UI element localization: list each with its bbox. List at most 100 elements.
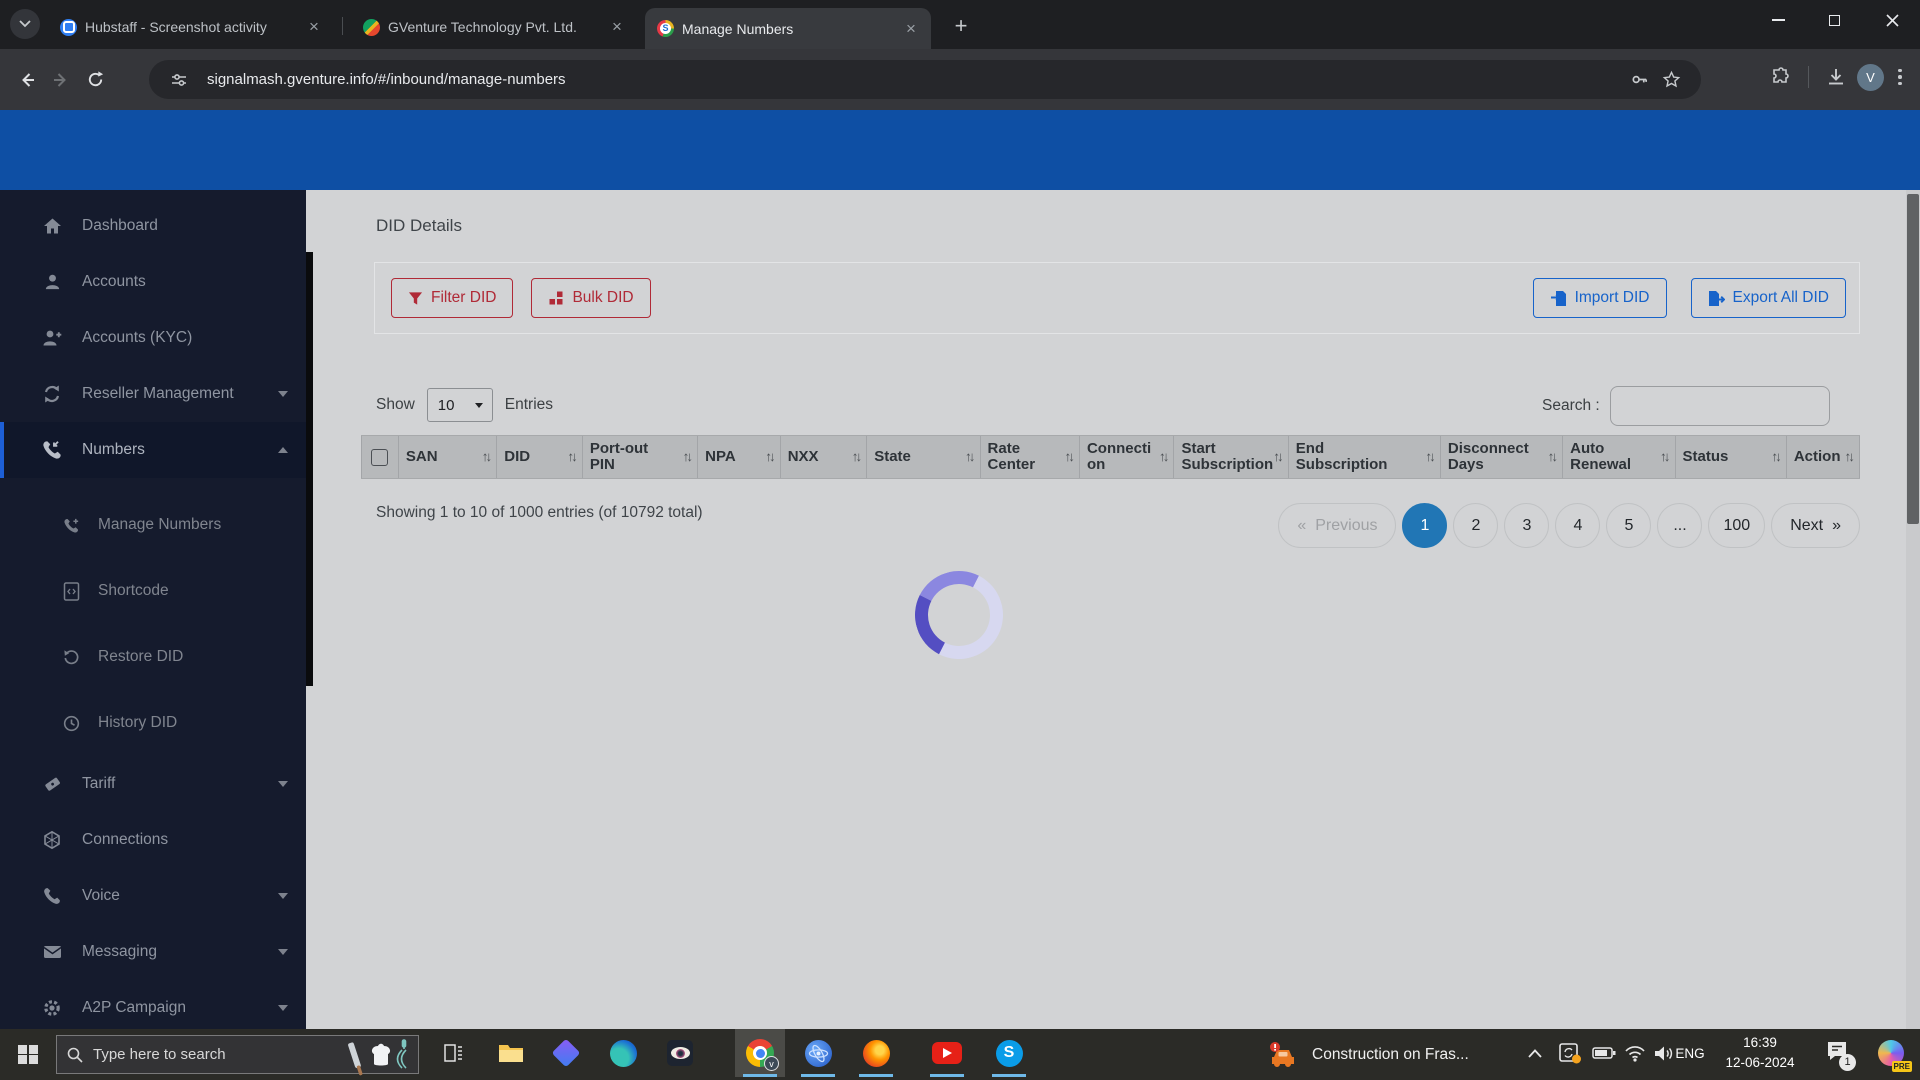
downloads-icon[interactable] xyxy=(1819,60,1853,94)
tab-close-icon[interactable]: × xyxy=(607,17,627,37)
taskbar-search-box[interactable]: Type here to search xyxy=(56,1035,419,1074)
taskbar-news-widget[interactable]: Construction on Fras... xyxy=(1268,1029,1469,1080)
sidebar-item-accounts[interactable]: Accounts xyxy=(0,254,306,310)
sort-icon[interactable]: ↑↓ xyxy=(965,450,973,465)
chrome-taskbar-icon[interactable]: v xyxy=(735,1029,785,1077)
firefox-icon[interactable] xyxy=(851,1029,901,1077)
column-header-san[interactable]: SAN↑↓ xyxy=(399,436,497,478)
filter-did-button[interactable]: Filter DID xyxy=(391,278,513,318)
export-all-did-button[interactable]: Export All DID xyxy=(1691,278,1846,318)
youtube-icon[interactable] xyxy=(922,1029,972,1077)
sort-icon[interactable]: ↑↓ xyxy=(567,450,575,465)
back-button[interactable] xyxy=(10,63,44,97)
page-button-1[interactable]: 1 xyxy=(1402,503,1447,548)
tab-search-button[interactable] xyxy=(10,9,40,39)
column-header-status[interactable]: Status↑↓ xyxy=(1676,436,1787,478)
content-scrollbar-track[interactable] xyxy=(1906,190,1920,1029)
next-page-button[interactable]: Next» xyxy=(1771,503,1860,548)
site-info-icon[interactable] xyxy=(163,64,195,96)
notification-center-button[interactable]: 1 xyxy=(1812,1029,1862,1077)
tab-close-icon[interactable]: × xyxy=(304,17,324,37)
column-header-nxx[interactable]: NXX↑↓ xyxy=(781,436,868,478)
sidebar-item-reseller-management[interactable]: Reseller Management xyxy=(0,366,306,422)
tab-hubstaff[interactable]: Hubstaff - Screenshot activity × xyxy=(48,8,334,46)
page-size-select[interactable]: 10 xyxy=(427,388,493,422)
file-explorer-icon[interactable] xyxy=(486,1029,536,1077)
url-text[interactable]: signalmash.gventure.info/#/inbound/manag… xyxy=(207,71,1623,88)
sidebar-item-manage-numbers[interactable]: Manage Numbers xyxy=(0,492,306,558)
start-button[interactable] xyxy=(0,1029,56,1080)
column-header-state[interactable]: State↑↓ xyxy=(867,436,980,478)
column-header-portout-pin[interactable]: Port-out PIN↑↓ xyxy=(583,436,698,478)
sidebar-item-accounts-kyc[interactable]: Accounts (KYC) xyxy=(0,310,306,366)
tab-close-icon[interactable]: × xyxy=(901,19,921,39)
reload-button[interactable] xyxy=(78,63,112,97)
extensions-icon[interactable] xyxy=(1764,60,1798,94)
page-button-5[interactable]: 5 xyxy=(1606,503,1651,548)
sort-icon[interactable]: ↑↓ xyxy=(683,450,691,465)
tab-manage-numbers[interactable]: S Manage Numbers × xyxy=(645,8,931,49)
sort-icon[interactable]: ↑↓ xyxy=(482,450,490,465)
column-header-start-subscription[interactable]: Start Subscription↑↓ xyxy=(1174,436,1288,478)
sort-icon[interactable]: ↑↓ xyxy=(1548,450,1556,465)
sort-icon[interactable]: ↑↓ xyxy=(1425,450,1433,465)
address-bar[interactable]: signalmash.gventure.info/#/inbound/manag… xyxy=(149,60,1701,99)
skype-icon[interactable]: S xyxy=(984,1029,1034,1077)
sort-icon[interactable]: ↑↓ xyxy=(1660,450,1668,465)
atom-app-icon[interactable] xyxy=(793,1029,843,1077)
movies-app-icon[interactable] xyxy=(541,1029,591,1077)
sidebar-item-tariff[interactable]: Tariff xyxy=(0,756,306,812)
sidebar-item-numbers[interactable]: Numbers xyxy=(0,422,306,478)
new-tab-button[interactable]: + xyxy=(946,12,976,42)
page-button-3[interactable]: 3 xyxy=(1504,503,1549,548)
browser-menu-icon[interactable] xyxy=(1888,60,1912,94)
sort-icon[interactable]: ↑↓ xyxy=(765,450,773,465)
tab-gventure[interactable]: GVenture Technology Pvt. Ltd. × xyxy=(351,8,637,46)
search-input[interactable] xyxy=(1610,386,1830,426)
sort-icon[interactable]: ↑↓ xyxy=(852,450,860,465)
window-maximize-button[interactable] xyxy=(1808,0,1860,40)
sidebar-item-messaging[interactable]: Messaging xyxy=(0,924,306,980)
column-header-action[interactable]: Action↑↓ xyxy=(1787,436,1860,478)
sidebar-item-a2p-campaign[interactable]: A2P Campaign xyxy=(0,980,306,1036)
page-button-100[interactable]: 100 xyxy=(1708,503,1765,548)
column-header-disconnect-days[interactable]: Disconnect Days↑↓ xyxy=(1441,436,1563,478)
sidebar-item-history-did[interactable]: History DID xyxy=(0,690,306,756)
language-indicator[interactable]: ENG xyxy=(1668,1029,1712,1077)
copilot-button[interactable]: PRE xyxy=(1866,1029,1916,1077)
bookmark-star-icon[interactable] xyxy=(1655,64,1687,96)
sidebar-item-connections[interactable]: Connections xyxy=(0,812,306,868)
sidebar-item-shortcode[interactable]: Shortcode xyxy=(0,558,306,624)
content-scrollbar-thumb[interactable] xyxy=(1907,194,1919,524)
sidebar-item-restore-did[interactable]: Restore DID xyxy=(0,624,306,690)
import-did-button[interactable]: Import DID xyxy=(1533,278,1667,318)
edge-icon[interactable] xyxy=(598,1029,648,1077)
window-minimize-button[interactable] xyxy=(1752,0,1804,40)
sort-icon[interactable]: ↑↓ xyxy=(1273,450,1281,465)
sidebar-item-voice[interactable]: Voice xyxy=(0,868,306,924)
sidebar-scrollbar[interactable] xyxy=(306,252,313,686)
bulk-did-button[interactable]: Bulk DID xyxy=(531,278,650,318)
browser-profile-avatar[interactable]: V xyxy=(1857,64,1884,91)
previous-page-button[interactable]: «Previous xyxy=(1278,503,1396,548)
photo-app-icon[interactable] xyxy=(655,1029,705,1077)
page-button-4[interactable]: 4 xyxy=(1555,503,1600,548)
sort-icon[interactable]: ↑↓ xyxy=(1064,450,1072,465)
sidebar-item-dashboard[interactable]: Dashboard xyxy=(0,198,306,254)
column-header-rate-center[interactable]: Rate Center↑↓ xyxy=(981,436,1080,478)
sort-icon[interactable]: ↑↓ xyxy=(1771,450,1779,465)
column-header-auto-renewal[interactable]: Auto Renewal↑↓ xyxy=(1563,436,1675,478)
select-all-checkbox[interactable] xyxy=(371,449,388,466)
task-view-button[interactable] xyxy=(428,1029,478,1077)
column-header-end-subscription[interactable]: End Subscription↑↓ xyxy=(1289,436,1441,478)
page-button-2[interactable]: 2 xyxy=(1453,503,1498,548)
sort-icon[interactable]: ↑↓ xyxy=(1159,450,1167,465)
forward-button[interactable] xyxy=(44,63,78,97)
sort-icon[interactable]: ↑↓ xyxy=(1845,450,1853,465)
window-close-button[interactable] xyxy=(1866,0,1918,40)
password-key-icon[interactable] xyxy=(1623,64,1655,96)
column-header-connection[interactable]: Connection↑↓ xyxy=(1080,436,1175,478)
taskbar-clock[interactable]: 16:39 12-06-2024 xyxy=(1712,1029,1808,1077)
column-header-did[interactable]: DID↑↓ xyxy=(497,436,583,478)
page-ellipsis[interactable]: ... xyxy=(1657,503,1702,548)
